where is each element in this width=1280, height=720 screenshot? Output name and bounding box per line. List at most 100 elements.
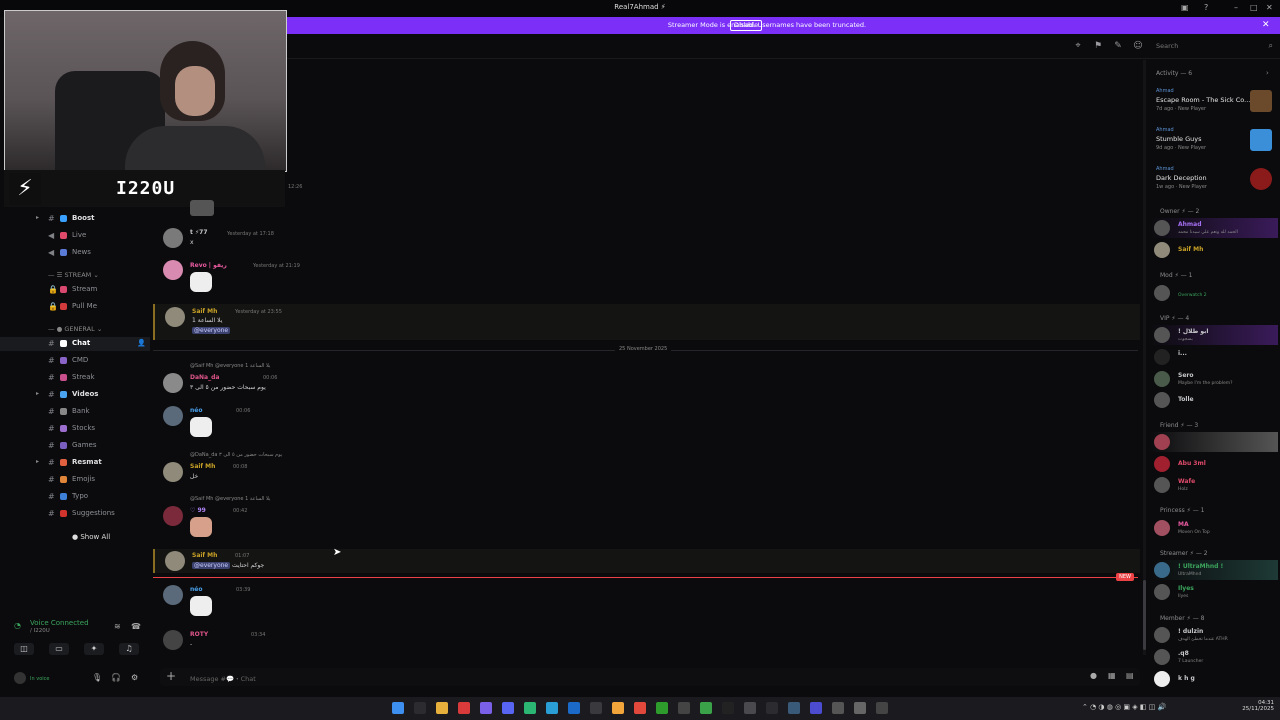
member-item[interactable]: Ilyes Ilyes bbox=[1150, 582, 1278, 602]
activity-card[interactable]: Ahmad Dark Deception 1w ago · New Player bbox=[1150, 166, 1278, 202]
channel-boost[interactable]: ▸ # Boost bbox=[0, 212, 150, 226]
app-icon[interactable] bbox=[568, 702, 580, 714]
member-item[interactable]: k h g bbox=[1150, 669, 1278, 689]
message-author[interactable]: ♡ 99 bbox=[190, 507, 206, 514]
expand-arrow-icon[interactable]: ▸ bbox=[36, 390, 39, 397]
message-item[interactable]: @Saif Mh @everyone يلا الساعة 1 ♡ 99 00:… bbox=[153, 494, 1138, 540]
activity-card[interactable]: Ahmad Stumble Guys 9d ago · New Player bbox=[1150, 127, 1278, 163]
gear-icon[interactable]: ⚙ bbox=[131, 673, 138, 682]
microphone-icon[interactable]: 🎙 bbox=[92, 673, 102, 682]
file-explorer-icon[interactable] bbox=[436, 702, 448, 714]
banner-close-icon[interactable]: ✕ bbox=[1262, 20, 1270, 30]
reply-preview[interactable]: @Saif Mh @everyone يلا الساعة 1 bbox=[190, 363, 270, 369]
avatar[interactable] bbox=[163, 506, 183, 526]
attach-plus-icon[interactable]: + bbox=[166, 669, 176, 683]
member-item[interactable]: .q8 7 Launcher bbox=[1150, 647, 1278, 667]
member-item[interactable]: ! UltraMhnd ! UltraMhnd bbox=[1150, 560, 1278, 580]
message-author[interactable]: Saif Mh bbox=[190, 463, 215, 470]
camera-button[interactable]: ◫ bbox=[14, 643, 34, 655]
expand-arrow-icon[interactable]: ▸ bbox=[36, 214, 39, 221]
noise-suppression-icon[interactable]: ≋ bbox=[114, 622, 121, 631]
chat-scrollbar[interactable] bbox=[1143, 60, 1146, 655]
avatar[interactable] bbox=[14, 672, 26, 684]
channel-news[interactable]: ◀ News bbox=[0, 246, 150, 260]
emoji-icon[interactable]: ▤ bbox=[1126, 671, 1134, 680]
avatar[interactable] bbox=[1154, 477, 1170, 493]
member-item[interactable]: Saif Mh bbox=[1150, 240, 1278, 260]
app-icon[interactable] bbox=[612, 702, 624, 714]
soundboard-button[interactable]: ♫ bbox=[119, 643, 139, 655]
app-icon[interactable] bbox=[480, 702, 492, 714]
member-item[interactable]: Sero Maybe I'm the problem? bbox=[1150, 369, 1278, 389]
channel-pull-me[interactable]: 🔒 Pull Me bbox=[0, 300, 150, 314]
channel-bank[interactable]: # Bank bbox=[0, 405, 150, 419]
app-icon[interactable] bbox=[700, 702, 712, 714]
disconnect-icon[interactable]: ☎ bbox=[131, 622, 141, 631]
apps-icon[interactable]: ▦ bbox=[1108, 671, 1116, 680]
app-icon[interactable] bbox=[678, 702, 690, 714]
chevron-right-icon[interactable]: › bbox=[1266, 69, 1269, 77]
scrollbar-thumb[interactable] bbox=[1143, 580, 1146, 650]
reply-preview[interactable]: @DaNa_da يوم سبحات حضور من ٥ الى ٣ bbox=[190, 452, 282, 458]
help-icon[interactable]: ? bbox=[1204, 3, 1208, 12]
voice-connected-status[interactable]: Voice Connected bbox=[30, 619, 89, 627]
avatar[interactable] bbox=[1154, 349, 1170, 365]
maximize-icon[interactable]: □ bbox=[1250, 3, 1258, 12]
message-item[interactable]: néo 03:39 bbox=[153, 582, 1138, 622]
message-author[interactable]: DaNa_da bbox=[190, 374, 219, 381]
headphones-icon[interactable]: 🎧 bbox=[111, 673, 121, 682]
member-item[interactable]: Ahmad الحمد لله ونعم علي سيدنا محمد bbox=[1150, 218, 1278, 238]
show-all-button[interactable]: ● Show All bbox=[72, 533, 110, 541]
avatar[interactable] bbox=[163, 373, 183, 393]
disable-streamer-mode-button[interactable]: Disable bbox=[730, 20, 763, 31]
avatar[interactable] bbox=[163, 630, 183, 650]
avatar[interactable] bbox=[163, 406, 183, 426]
member-item[interactable]: ! dulzin عندما تخطئ الهدف ATHR bbox=[1150, 625, 1278, 645]
user-panel[interactable]: In voice 🎙 🎧 ⚙ bbox=[14, 670, 142, 686]
message-author[interactable]: ROTY bbox=[190, 631, 208, 638]
avatar[interactable] bbox=[163, 585, 183, 605]
app-icon[interactable] bbox=[766, 702, 778, 714]
channel-chat[interactable]: # Chat 👤 bbox=[0, 337, 150, 351]
app-icon[interactable] bbox=[524, 702, 536, 714]
reply-preview[interactable]: @Saif Mh @everyone يلا الساعة 1 bbox=[190, 496, 270, 502]
add-member-icon[interactable]: 👤 bbox=[137, 339, 146, 347]
message-item[interactable]: @DaNa_da يوم سبحات حضور من ٥ الى ٣ Saif … bbox=[153, 450, 1138, 484]
app-icon[interactable] bbox=[832, 702, 844, 714]
search-input[interactable]: Search bbox=[1156, 42, 1178, 50]
avatar[interactable] bbox=[1154, 371, 1170, 387]
channel-streak[interactable]: # Streak bbox=[0, 371, 150, 385]
avatar[interactable] bbox=[165, 307, 185, 327]
avatar[interactable] bbox=[1154, 285, 1170, 301]
avatar[interactable] bbox=[1154, 520, 1170, 536]
avatar[interactable] bbox=[1154, 649, 1170, 665]
message-author[interactable]: t ⚡77 bbox=[190, 229, 208, 236]
avatar[interactable] bbox=[1154, 456, 1170, 472]
xbox-icon[interactable] bbox=[656, 702, 668, 714]
avatar[interactable] bbox=[1154, 242, 1170, 258]
inbox-icon[interactable]: ▣ bbox=[1181, 3, 1189, 12]
member-item[interactable]: Abu 3ml bbox=[1150, 454, 1278, 474]
message-item[interactable]: @Saif Mh @everyone يلا الساعة 1 DaNa_da … bbox=[153, 361, 1138, 397]
member-item[interactable] bbox=[1150, 432, 1278, 452]
app-icon[interactable] bbox=[744, 702, 756, 714]
notification-bell-icon[interactable]: ⚑ bbox=[1093, 41, 1103, 51]
discord-icon[interactable] bbox=[502, 702, 514, 714]
avatar[interactable] bbox=[1154, 671, 1170, 687]
member-item[interactable]: i... bbox=[1150, 347, 1278, 367]
app-icon[interactable] bbox=[876, 702, 888, 714]
message-author[interactable]: Saif Mh bbox=[192, 552, 217, 559]
telegram-icon[interactable] bbox=[546, 702, 558, 714]
avatar[interactable] bbox=[1154, 627, 1170, 643]
avatar[interactable] bbox=[1154, 584, 1170, 600]
screen-share-button[interactable]: ▭ bbox=[49, 643, 69, 655]
message-item[interactable]: Saif Mh Yesterday at 23:55 يلا الساعة 1 … bbox=[153, 304, 1140, 340]
steam-icon[interactable] bbox=[854, 702, 866, 714]
app-icon[interactable] bbox=[634, 702, 646, 714]
sticker-image[interactable] bbox=[190, 272, 212, 292]
member-item[interactable]: Overwatch 2 bbox=[1150, 283, 1278, 303]
member-item[interactable]: Tolle bbox=[1150, 390, 1278, 410]
message-composer[interactable]: + Message #💬・Chat ● ▦ ▤ bbox=[160, 668, 1140, 686]
avatar[interactable] bbox=[163, 228, 183, 248]
app-icon[interactable] bbox=[810, 702, 822, 714]
